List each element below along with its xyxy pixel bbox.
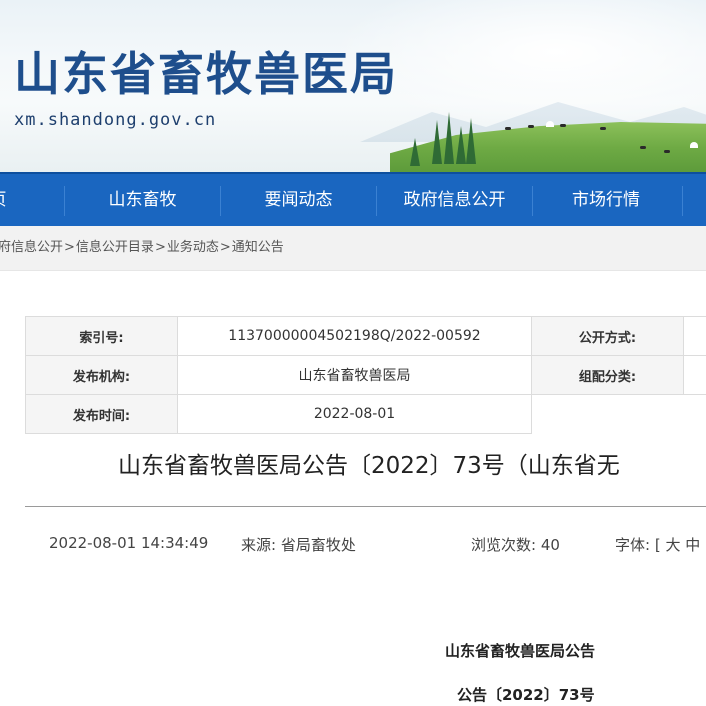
- breadcrumb-notices[interactable]: 通知公告: [232, 240, 284, 255]
- announcement-number: 公告〔2022〕73号: [457, 686, 595, 704]
- breadcrumb-bar: 府信息公开>信息公开目录>业务动态>通知公告: [0, 226, 706, 271]
- font-size-controls: 字体: [ 大 中: [615, 534, 700, 555]
- banner-animal: [528, 125, 534, 128]
- header-banner: 山东省畜牧兽医局 xm.shandong.gov.cn: [0, 0, 706, 172]
- breadcrumb-separator: >: [154, 240, 166, 255]
- meta-row: 发布机构: 山东省畜牧兽医局 组配分类:: [25, 355, 706, 395]
- meta-empty-cell: [683, 394, 706, 434]
- meta-row: 发布时间: 2022-08-01: [25, 394, 706, 434]
- breadcrumb-catalog[interactable]: 信息公开目录: [76, 240, 154, 255]
- title-divider: [25, 506, 706, 507]
- article-title: 山东省畜牧兽医局公告〔2022〕73号（山东省无: [118, 453, 620, 479]
- nav-divider: [682, 186, 683, 216]
- publisher-value: 山东省畜牧兽医局: [177, 355, 532, 395]
- open-method-value: [683, 316, 706, 356]
- site-domain: xm.shandong.gov.cn: [14, 110, 217, 130]
- source-info: 来源: 省局畜牧处: [241, 534, 356, 555]
- view-count-label: 浏览次数:: [471, 536, 537, 554]
- view-count-value: 40: [540, 536, 560, 554]
- font-size-large-button[interactable]: 大: [665, 536, 680, 554]
- open-method-label: 公开方式:: [531, 316, 684, 356]
- nav-item-gov-info[interactable]: 政府信息公开: [377, 174, 532, 226]
- breadcrumb-separator: >: [64, 240, 75, 255]
- main-nav: 页 山东畜牧 要闻动态 政府信息公开 市场行情: [0, 172, 706, 228]
- banner-animal: [600, 127, 606, 130]
- index-number-label: 索引号:: [25, 316, 178, 356]
- banner-animal: [505, 127, 511, 130]
- breadcrumb-gov-info[interactable]: 府信息公开: [0, 240, 63, 255]
- breadcrumb-business-news[interactable]: 业务动态: [167, 240, 219, 255]
- source-value: 省局畜牧处: [280, 536, 356, 554]
- publisher-label: 发布机构:: [25, 355, 178, 395]
- banner-animal: [640, 146, 646, 149]
- site-title[interactable]: 山东省畜牧兽医局: [14, 44, 398, 104]
- publish-datetime: 2022-08-01 14:34:49: [49, 534, 209, 552]
- banner-yurt: [546, 121, 554, 127]
- breadcrumb: 府信息公开>信息公开目录>业务动态>通知公告: [0, 226, 284, 270]
- meta-empty-cell: [531, 394, 684, 434]
- category-value: [683, 355, 706, 395]
- source-label: 来源:: [241, 536, 277, 554]
- view-count: 浏览次数: 40: [471, 534, 560, 555]
- body-heading: 山东省畜牧兽医局公告: [445, 642, 596, 660]
- nav-item-market[interactable]: 市场行情: [533, 174, 679, 226]
- index-number-value: 11370000004502198Q/2022-00592: [177, 316, 532, 356]
- meta-row: 索引号: 11370000004502198Q/2022-00592 公开方式:: [25, 316, 706, 356]
- nav-item-news[interactable]: 要闻动态: [221, 174, 376, 226]
- banner-yurt: [690, 142, 698, 148]
- publish-date-label: 发布时间:: [25, 394, 178, 434]
- category-label: 组配分类:: [531, 355, 684, 395]
- banner-animal: [560, 124, 566, 127]
- font-size-bracket: [: [654, 536, 661, 554]
- breadcrumb-separator: >: [219, 240, 231, 255]
- font-size-medium-button[interactable]: 中: [685, 536, 700, 554]
- publish-date-value: 2022-08-01: [177, 394, 532, 434]
- document-meta-table: 索引号: 11370000004502198Q/2022-00592 公开方式:…: [25, 316, 706, 434]
- font-size-label: 字体:: [615, 536, 651, 554]
- nav-item-home[interactable]: 页: [0, 174, 8, 226]
- banner-animal: [664, 150, 670, 153]
- nav-item-shandong-livestock[interactable]: 山东畜牧: [65, 174, 220, 226]
